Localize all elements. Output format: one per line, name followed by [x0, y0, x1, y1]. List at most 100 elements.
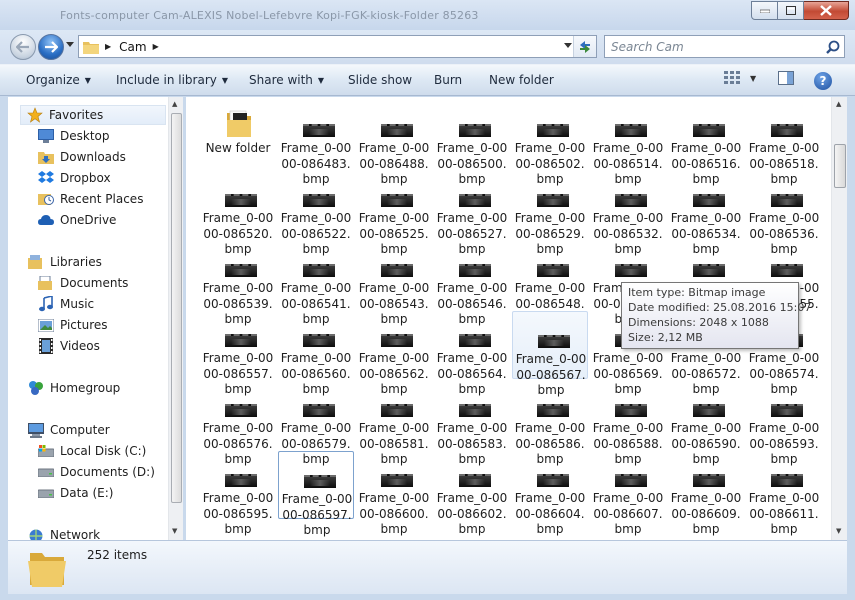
file-tile[interactable]: Frame_0-0000-086562.bmp [356, 311, 432, 396]
help-button[interactable]: ? [814, 72, 832, 90]
file-tile[interactable]: Frame_0-0000-086543.bmp [356, 241, 432, 326]
sidebar-item-local-disk[interactable]: Local Disk (C:) [38, 441, 146, 461]
search-icon[interactable] [826, 40, 840, 54]
sidebar-item-recent-places[interactable]: Recent Places [38, 189, 143, 209]
preview-pane-icon[interactable] [778, 71, 795, 85]
sidebar-item-pictures[interactable]: Pictures [38, 315, 108, 335]
file-tile[interactable]: Frame_0-0000-086593.bmp [746, 381, 822, 466]
file-tile[interactable]: Frame_0-0000-086536.bmp [746, 171, 822, 256]
scroll-down-arrow-icon[interactable]: ▼ [172, 527, 177, 535]
file-tile[interactable]: Frame_0-0000-086583.bmp [434, 381, 510, 466]
file-tile[interactable]: Frame_0-0000-086604.bmp [512, 451, 588, 536]
file-tile[interactable]: Frame_0-0000-086557.bmp [200, 311, 276, 396]
file-tile[interactable]: Frame_0-0000-086527.bmp [434, 171, 510, 256]
file-tile-partial[interactable] [356, 521, 432, 540]
file-tile[interactable]: Frame_0-0000-086595.bmp [200, 451, 276, 536]
file-tile[interactable]: Frame_0-0000-086597.bmp [278, 451, 354, 537]
include-in-library-menu[interactable]: Include in library ▼ [116, 73, 228, 87]
title-bar[interactable]: Fonts-computer Cam-ALEXIS Nobel-Lefebvre… [0, 0, 855, 30]
file-tile-partial[interactable] [668, 521, 744, 540]
file-list-scrollbar[interactable]: ▲ ▼ [831, 97, 847, 540]
grid-view-icon[interactable] [724, 71, 740, 85]
view-dropdown-chevron-icon[interactable]: ▼ [750, 74, 756, 83]
file-tile[interactable]: Frame_0-0000-086611.bmp [746, 451, 822, 536]
back-button[interactable] [10, 34, 36, 60]
sidebar-item-libraries[interactable]: Libraries [28, 252, 102, 272]
sidebar-item-desktop[interactable]: Desktop [38, 126, 110, 146]
file-tile[interactable]: Frame_0-0000-086607.bmp [590, 451, 666, 536]
file-tile[interactable]: Frame_0-0000-086520.bmp [200, 171, 276, 256]
new-folder-button[interactable]: New folder [489, 73, 554, 87]
maximize-button[interactable] [778, 1, 804, 20]
folder-tile[interactable]: New folder [200, 101, 276, 169]
sidebar-item-music[interactable]: Music [38, 294, 94, 314]
file-tile[interactable]: Frame_0-0000-086522.bmp [278, 171, 354, 256]
search-input[interactable] [611, 39, 821, 54]
breadcrumb-arrow-icon[interactable]: ▶ [153, 42, 159, 51]
file-tile-partial[interactable] [746, 521, 822, 540]
sidebar-item-videos[interactable]: Videos [38, 336, 100, 356]
organize-menu[interactable]: Organize ▼ [26, 73, 91, 87]
burn-button[interactable]: Burn [434, 73, 462, 87]
file-tile[interactable]: Frame_0-0000-086609.bmp [668, 451, 744, 536]
file-list-scroll-thumb[interactable] [834, 144, 846, 188]
file-tile[interactable]: Frame_0-0000-086560.bmp [278, 311, 354, 396]
sidebar-item-documents-d[interactable]: Documents (D:) [38, 462, 155, 482]
sidebar-item-onedrive[interactable]: OneDrive [38, 210, 116, 230]
scroll-down-arrow-icon[interactable]: ▼ [836, 527, 841, 535]
search-box[interactable] [604, 35, 845, 58]
file-tile[interactable]: Frame_0-0000-086529.bmp [512, 171, 588, 256]
file-tile[interactable]: Frame_0-0000-086576.bmp [200, 381, 276, 466]
close-button[interactable] [804, 1, 849, 20]
slide-show-button[interactable]: Slide show [348, 73, 412, 87]
file-tile[interactable]: Frame_0-0000-086518.bmp [746, 101, 822, 186]
file-tile-partial[interactable] [278, 521, 354, 540]
file-tile[interactable]: Frame_0-0000-086541.bmp [278, 241, 354, 326]
file-tile[interactable]: Frame_0-0000-086525.bmp [356, 171, 432, 256]
file-tile-partial[interactable] [434, 521, 510, 540]
recent-pages-chevron-icon[interactable] [66, 42, 74, 47]
file-tile[interactable]: Frame_0-0000-086502.bmp [512, 101, 588, 186]
refresh-button[interactable] [573, 36, 596, 57]
file-tile[interactable]: Frame_0-0000-086539.bmp [200, 241, 276, 326]
sidebar-item-favorites[interactable]: Favorites [20, 105, 166, 125]
file-tile-partial[interactable] [512, 521, 588, 540]
file-tile[interactable]: Frame_0-0000-086586.bmp [512, 381, 588, 466]
file-tile[interactable]: Frame_0-0000-086581.bmp [356, 381, 432, 466]
file-tile[interactable]: Frame_0-0000-086546.bmp [434, 241, 510, 326]
address-bar[interactable]: ▶ Cam ▶ [78, 35, 597, 58]
file-tile[interactable]: Frame_0-0000-086579.bmp [278, 381, 354, 466]
file-tile[interactable]: Frame_0-0000-086488.bmp [356, 101, 432, 186]
file-tile[interactable]: Frame_0-0000-086600.bmp [356, 451, 432, 536]
minimize-button[interactable] [751, 1, 778, 20]
file-tile[interactable]: Frame_0-0000-086483.bmp [278, 101, 354, 186]
file-tile[interactable]: Frame_0-0000-086548.bmp [512, 241, 588, 326]
file-tile[interactable]: Frame_0-0000-086588.bmp [590, 381, 666, 466]
file-tile-partial[interactable] [590, 521, 666, 540]
sidebar-item-downloads[interactable]: Downloads [38, 147, 126, 167]
file-tile[interactable]: Frame_0-0000-086532.bmp [590, 171, 666, 256]
scroll-up-arrow-icon[interactable]: ▲ [172, 100, 177, 108]
chevron-down-icon[interactable] [564, 43, 572, 48]
scroll-up-arrow-icon[interactable]: ▲ [836, 100, 841, 108]
file-tile[interactable]: Frame_0-0000-086564.bmp [434, 311, 510, 396]
breadcrumb-cam[interactable]: Cam [119, 40, 146, 54]
share-with-menu[interactable]: Share with ▼ [249, 73, 324, 87]
file-tile[interactable]: Frame_0-0000-086602.bmp [434, 451, 510, 536]
file-tile[interactable]: Frame_0-0000-086590.bmp [668, 381, 744, 466]
forward-button[interactable] [38, 34, 64, 60]
breadcrumb-arrow-icon[interactable]: ▶ [105, 42, 111, 51]
file-tile[interactable]: Frame_0-0000-086567.bmp [512, 311, 588, 397]
file-tile[interactable]: Frame_0-0000-086516.bmp [668, 101, 744, 186]
file-tile[interactable]: Frame_0-0000-086500.bmp [434, 101, 510, 186]
file-tile[interactable]: Frame_0-0000-086514.bmp [590, 101, 666, 186]
file-tile-partial[interactable] [200, 521, 276, 540]
sidebar-item-computer[interactable]: Computer [28, 420, 110, 440]
sidebar-scroll-thumb[interactable] [171, 113, 182, 503]
sidebar-item-network[interactable]: Network [28, 525, 100, 540]
sidebar-scrollbar[interactable]: ▲ ▼ [168, 97, 183, 540]
file-tile[interactable]: Frame_0-0000-086534.bmp [668, 171, 744, 256]
sidebar-item-documents[interactable]: Documents [38, 273, 128, 293]
sidebar-item-data-e[interactable]: Data (E:) [38, 483, 113, 503]
sidebar-item-dropbox[interactable]: Dropbox [38, 168, 111, 188]
